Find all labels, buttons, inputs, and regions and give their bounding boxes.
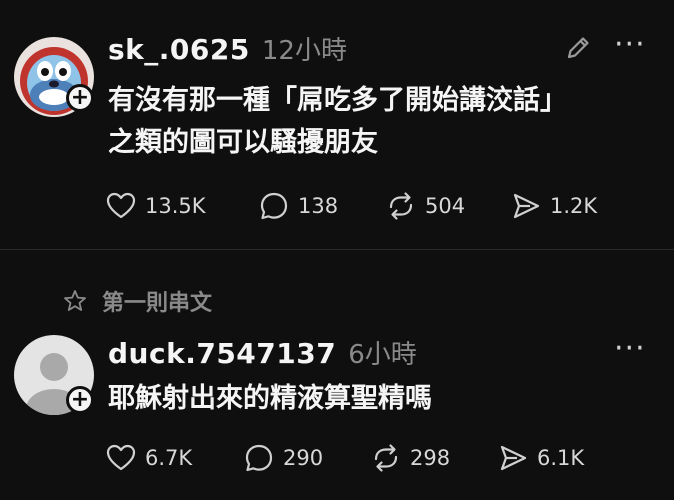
post-header: duck.7547137 6小時: [108, 334, 417, 371]
username[interactable]: duck.7547137: [108, 337, 336, 370]
follow-plus-icon[interactable]: +: [66, 386, 94, 414]
more-dots-icon[interactable]: ···: [614, 30, 646, 60]
post-card[interactable]: + sk_.0625 12小時 ··· 有沒有那一種「屌吃多了開始講洨話」 之類…: [0, 0, 674, 250]
post-text-line: 有沒有那一種「屌吃多了開始講洨話」: [108, 85, 567, 116]
post-text: 耶穌射出來的精液算聖精嗎: [108, 378, 432, 420]
post-text: 有沒有那一種「屌吃多了開始講洨話」 之類的圖可以騷擾朋友: [108, 80, 567, 164]
action-bar: 13.5K 138 504 1.2K: [105, 190, 665, 230]
pencil-icon[interactable]: [563, 33, 593, 63]
like-button[interactable]: 6.7K: [105, 442, 192, 474]
repost-button[interactable]: 504: [385, 190, 465, 222]
comment-button[interactable]: 290: [243, 442, 323, 474]
share-count: 6.1K: [537, 446, 585, 470]
post-text-line: 之類的圖可以騷擾朋友: [108, 127, 378, 158]
comment-count: 290: [283, 446, 324, 470]
send-icon: [500, 445, 527, 471]
post-header: sk_.0625 12小時: [108, 30, 347, 67]
action-bar: 6.7K 290 298 6.1K: [105, 442, 665, 482]
heart-icon: [106, 444, 136, 471]
timestamp: 12小時: [261, 36, 347, 66]
more-dots-icon[interactable]: ···: [614, 334, 646, 364]
like-count: 6.7K: [145, 446, 193, 470]
comment-bubble-icon: [260, 192, 288, 220]
comment-count: 138: [298, 194, 339, 218]
repost-icon: [389, 192, 413, 220]
like-count: 13.5K: [145, 194, 206, 218]
share-count: 1.2K: [550, 194, 598, 218]
repost-button[interactable]: 298: [370, 442, 450, 474]
comment-bubble-icon: [245, 444, 273, 472]
follow-plus-icon[interactable]: +: [66, 84, 94, 112]
post-text-line: 耶穌射出來的精液算聖精嗎: [108, 383, 432, 414]
like-button[interactable]: 13.5K: [105, 190, 206, 222]
username[interactable]: sk_.0625: [108, 33, 250, 66]
repost-count: 298: [410, 446, 451, 470]
share-button[interactable]: 1.2K: [510, 190, 597, 222]
post-card[interactable]: + duck.7547137 6小時 ··· 耶穌射出來的精液算聖精嗎 6.7K…: [0, 250, 674, 500]
timestamp: 6小時: [348, 340, 417, 370]
send-icon: [513, 193, 540, 219]
heart-icon: [106, 192, 136, 219]
repost-icon: [374, 444, 398, 472]
comment-button[interactable]: 138: [258, 190, 338, 222]
repost-count: 504: [425, 194, 466, 218]
share-button[interactable]: 6.1K: [497, 442, 584, 474]
